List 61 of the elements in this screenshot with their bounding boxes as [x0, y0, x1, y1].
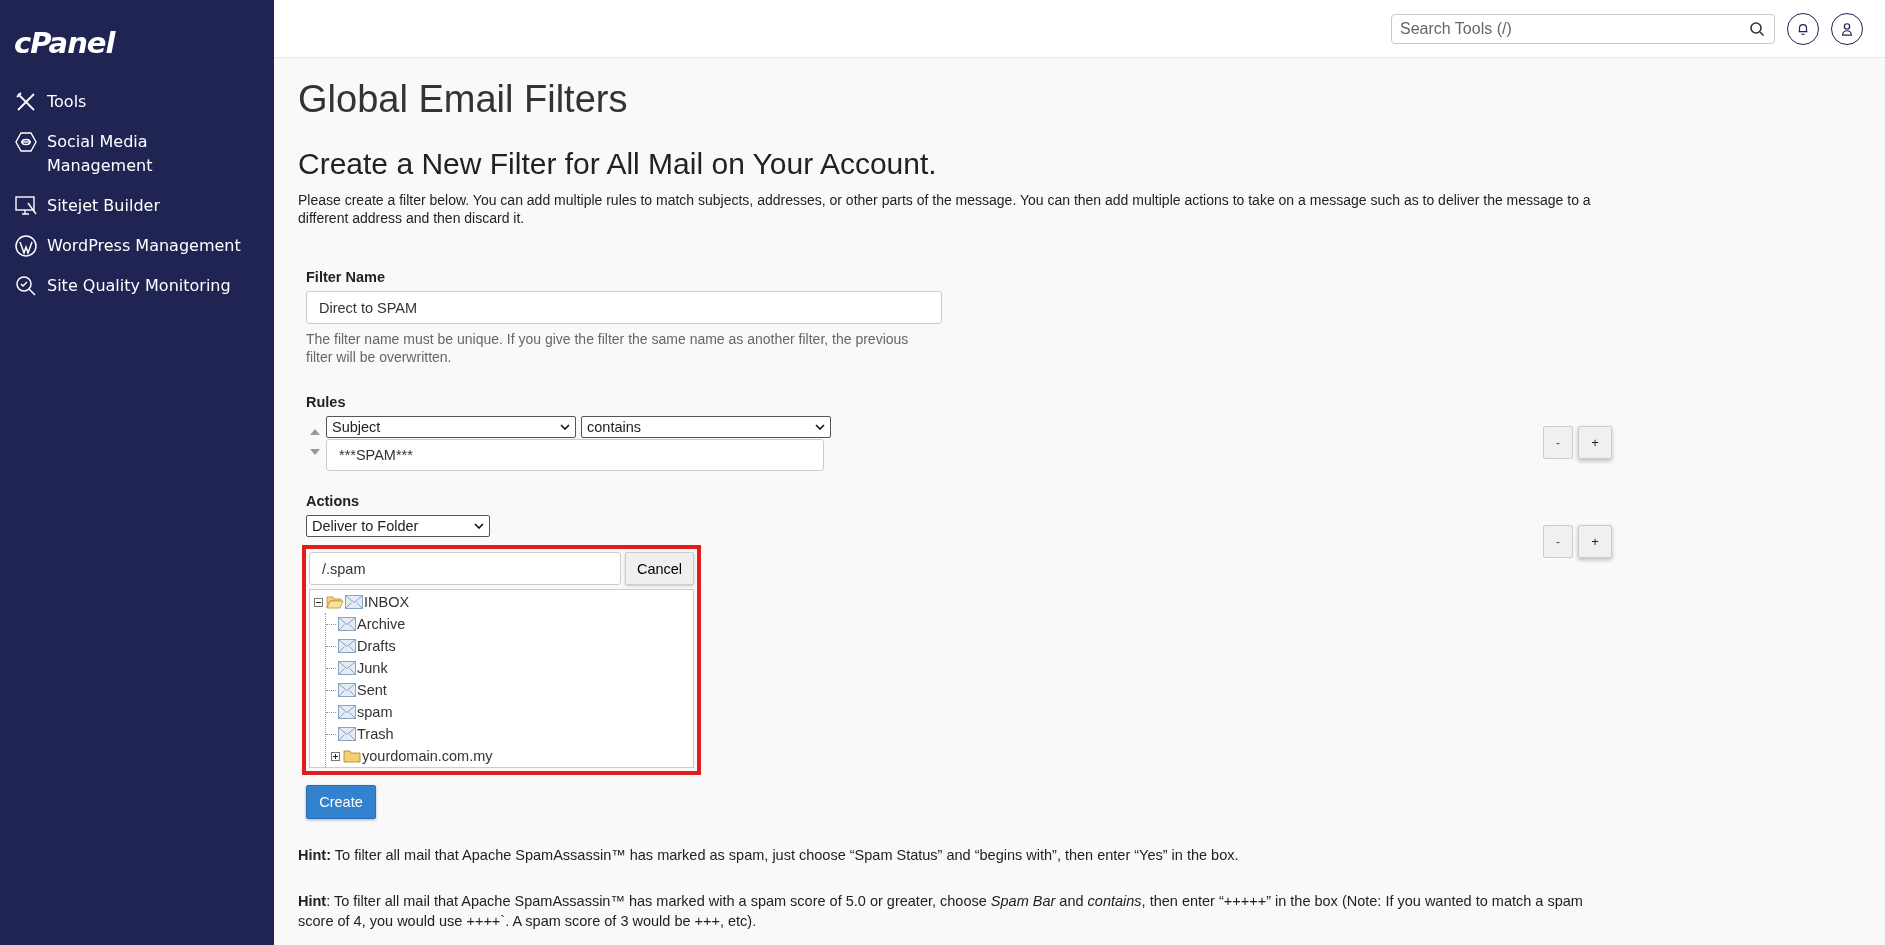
tree-item[interactable]: Sent — [357, 682, 387, 698]
collapse-icon[interactable] — [314, 597, 323, 607]
envelope-icon — [338, 705, 356, 719]
chevron-icon — [474, 523, 484, 529]
envelope-icon — [345, 595, 363, 609]
hint-text: Hint: To filter all mail that Apache SpamAssassin™ has marked with a spam score of 5.0 or greater, choose Spam Bar and contains, then enter “+++++” in the box (Note: If you wanted to match a spam score of 4, you would use ++++`. A spam score of 3 would be +++, etc). — [298, 892, 1584, 931]
user-icon — [1840, 21, 1854, 36]
field-label: Rules — [306, 394, 347, 410]
sidebar-item[interactable]: WordPress Management — [0, 234, 274, 258]
sidebar-item[interactable]: Tools — [0, 90, 274, 114]
move-up-icon[interactable] — [310, 429, 320, 435]
notifications-button[interactable] — [1787, 12, 1819, 45]
sidebar-item[interactable]: Sitejet Builder — [0, 194, 274, 218]
rule-value-field[interactable]: ***SPAM*** — [326, 439, 824, 471]
cpanel-logo[interactable]: cPanel — [0, 26, 274, 60]
sidebar-item[interactable]: Site Quality Monitoring — [0, 274, 274, 298]
sidebar-item[interactable]: Social Media Management — [0, 130, 274, 178]
tree-item[interactable]: Junk — [357, 660, 388, 676]
envelope-icon — [338, 683, 356, 697]
tree-item[interactable]: Drafts — [357, 638, 396, 654]
magnifier-icon — [14, 274, 38, 298]
folder-path-field[interactable]: /.spam — [309, 552, 621, 585]
page-title: Global Email Filters — [298, 78, 629, 121]
tree-item[interactable]: Archive — [357, 616, 406, 632]
tree-item[interactable]: yourdomain.com.my — [362, 748, 493, 764]
search-icon — [1749, 20, 1765, 37]
filter-name-field[interactable]: Direct to SPAM — [306, 291, 942, 324]
tree-item[interactable]: INBOX — [364, 594, 410, 610]
field-label: Filter Name — [306, 269, 386, 285]
tree-item[interactable]: spam — [357, 704, 393, 720]
monitor-icon — [14, 194, 38, 218]
bell-icon — [1796, 21, 1810, 36]
wordpress-icon — [14, 234, 38, 258]
remove-action-button[interactable]: - — [1543, 525, 1573, 558]
envelope-icon — [338, 639, 356, 653]
tree-item[interactable]: Trash — [357, 726, 394, 742]
envelope-icon — [338, 661, 356, 675]
open-folder-icon — [326, 595, 344, 609]
section-heading: Create a New Filter for All Mail on Your Account. — [298, 147, 938, 181]
move-down-icon[interactable] — [310, 449, 320, 455]
help-text: The filter name must be unique. If you give the filter the same name as another filter, the previous filter will be overwritten. — [306, 330, 910, 366]
hint-text: Hint: To filter all mail that Apache SpamAssassin™ has marked as spam, just choose “Spam Status” and “begins with”, then enter “Yes” in the box. — [298, 846, 1240, 865]
remove-rule-button[interactable]: - — [1543, 426, 1573, 459]
action-dropdown[interactable]: Deliver to Folder — [306, 515, 490, 537]
field-label: Actions — [306, 493, 361, 509]
chevron-icon — [560, 424, 570, 430]
expand-icon[interactable] — [331, 751, 340, 761]
create-button[interactable]: Create — [306, 785, 376, 819]
folder-icon — [343, 749, 361, 763]
description-text: Please create a filter below. You can add multiple rules to match subjects, addresses, or other parts of the message. You can then add multiple actions to take on a message such as to deliver the message to a different address and then discard it. — [298, 191, 1592, 227]
user-button[interactable] — [1831, 12, 1863, 45]
add-rule-button[interactable]: + — [1578, 426, 1612, 459]
search-field[interactable]: Search Tools (/) — [1391, 13, 1775, 44]
envelope-icon — [338, 727, 356, 741]
envelope-icon — [338, 617, 356, 631]
add-action-button[interactable]: + — [1578, 525, 1612, 558]
cancel-button[interactable]: Cancel — [625, 552, 694, 585]
chevron-icon — [815, 424, 825, 430]
field-dropdown[interactable]: Subject — [326, 416, 576, 438]
hexagon-icon — [14, 130, 38, 154]
operator-dropdown[interactable]: contains — [581, 416, 831, 438]
